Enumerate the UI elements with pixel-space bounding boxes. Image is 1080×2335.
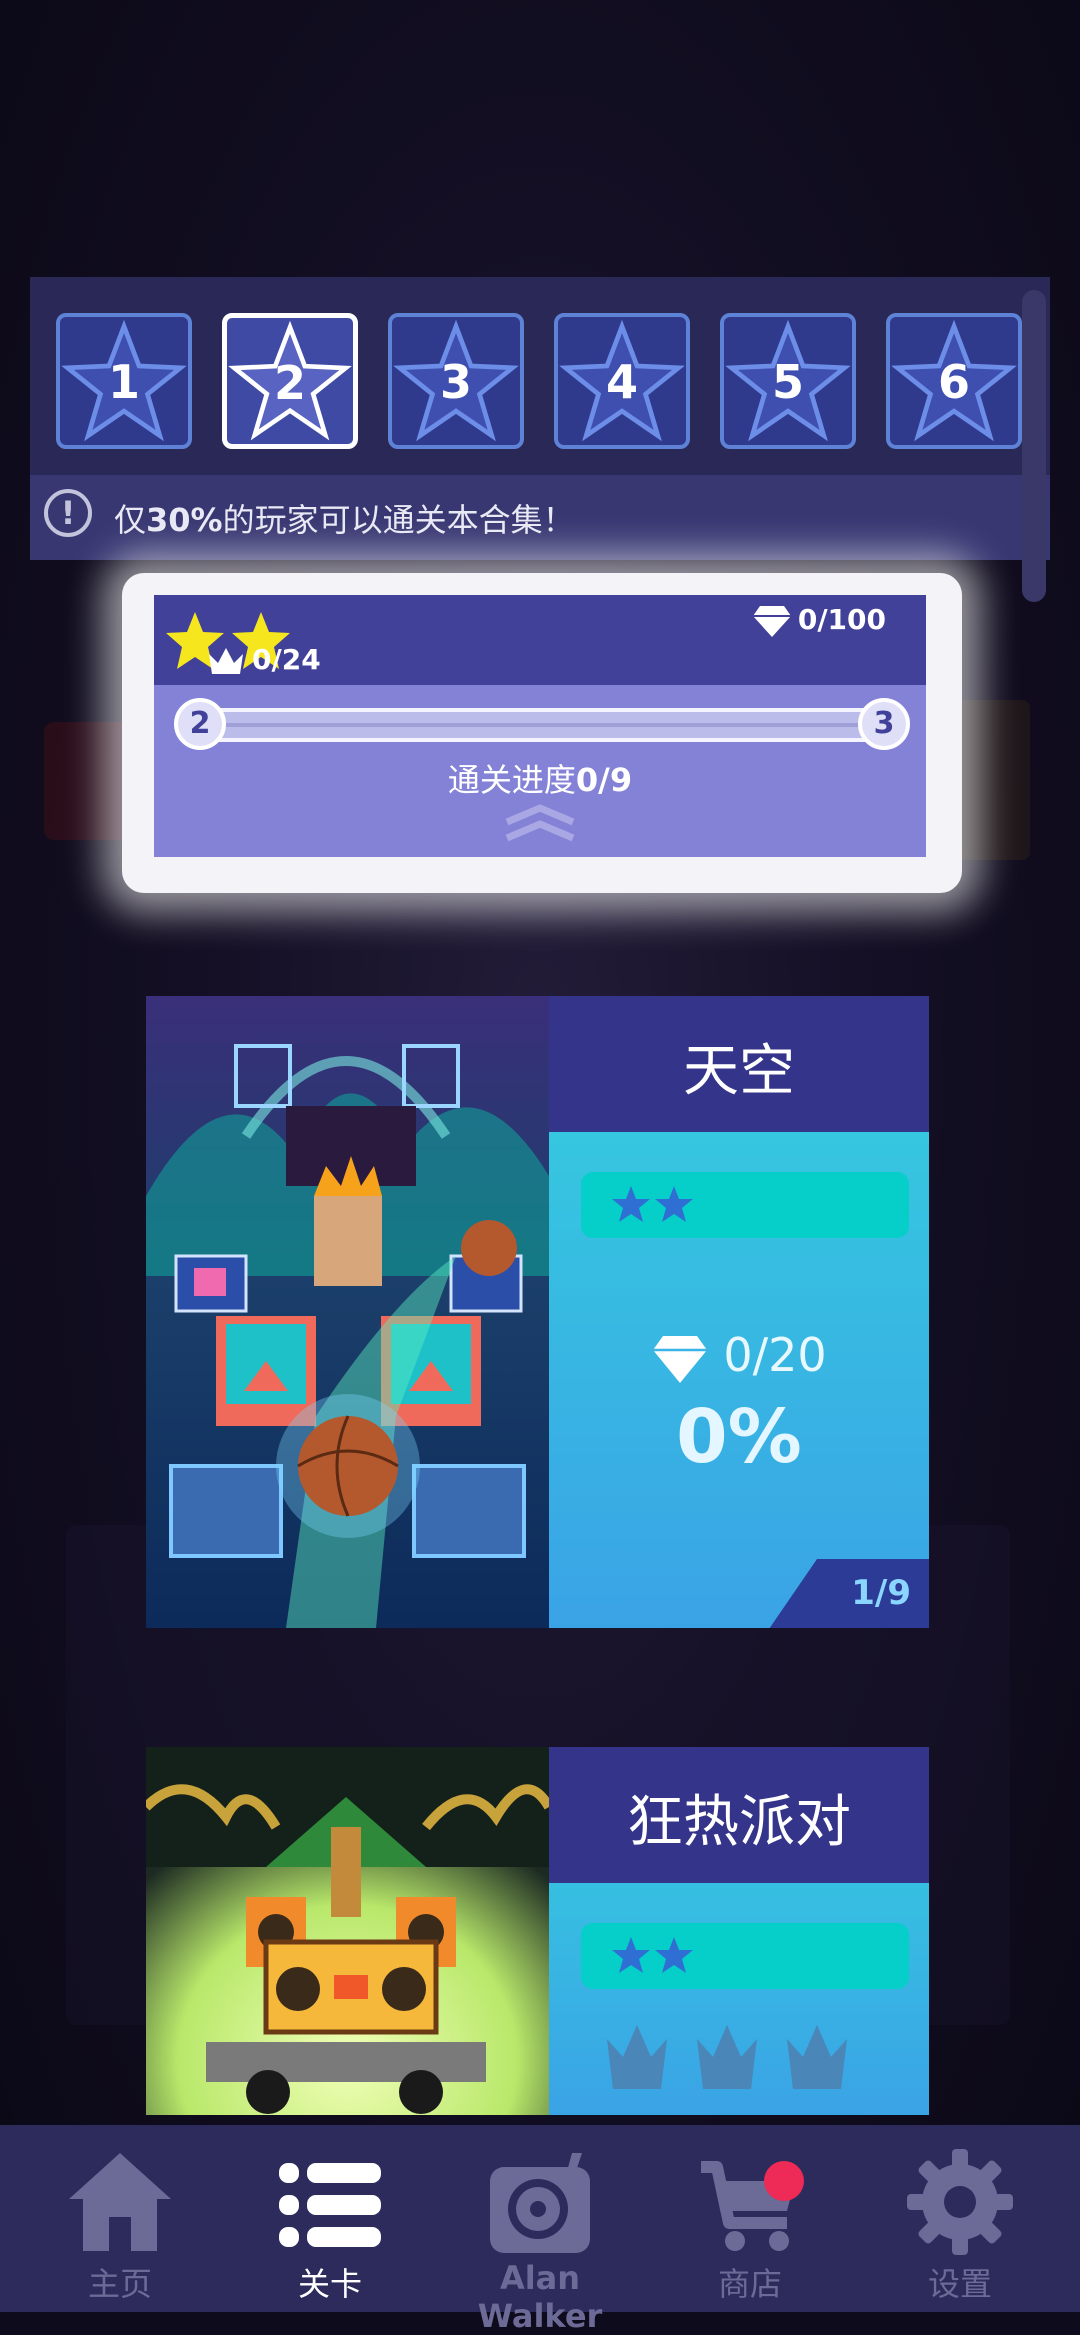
crown-icon bbox=[209, 648, 243, 674]
collection-tile-number: 1 bbox=[107, 355, 140, 409]
level-gem-count: 0/20 bbox=[549, 1328, 929, 1385]
level-stats: 0/20 0% bbox=[549, 1132, 929, 1628]
nav-label: 商店 bbox=[717, 2265, 782, 2303]
progress-header: 0/100 0/24 bbox=[154, 595, 926, 685]
collection-progress-panel[interactable]: 0/100 0/24 2 3 通关进度0/9 bbox=[154, 595, 926, 857]
progress-label: 通关进度0/9 bbox=[447, 761, 633, 799]
nav-item-levels[interactable]: 关卡 bbox=[240, 2125, 420, 2312]
shop-notification-badge bbox=[764, 2161, 804, 2201]
collection-tile-1[interactable]: 1 bbox=[56, 313, 192, 449]
collection-selector-panel: 1 2 3 4 5 6 ! 仅30%的玩家可以通关本合集！ bbox=[30, 277, 1050, 560]
level-artwork bbox=[146, 1747, 549, 2115]
progress-track bbox=[178, 708, 906, 742]
level-title: 天空 bbox=[683, 1039, 795, 1104]
nav-label: Alan Walker bbox=[477, 2259, 603, 2335]
level-info: 天空 0/20 0% 1/9 bbox=[549, 996, 929, 1628]
home-icon bbox=[69, 2153, 171, 2251]
completion-info-text: 仅30%的玩家可以通关本合集！ bbox=[114, 501, 575, 539]
diamond-icon bbox=[653, 1335, 708, 1383]
crown-count: 0/24 bbox=[206, 643, 506, 677]
level-page-number: 1/9 bbox=[851, 1573, 911, 1613]
level-card-sky[interactable]: 天空 0/20 0% 1/9 bbox=[146, 996, 929, 1628]
bottom-navigation: 主页 关卡 Alan Walker 商店 设置 bbox=[0, 2125, 1080, 2335]
nav-label: 关卡 bbox=[297, 2265, 362, 2303]
level-stars-pill bbox=[581, 1923, 909, 1989]
collection-tiles: 1 2 3 4 5 6 bbox=[56, 313, 1024, 449]
level-title-bar: 狂热派对 bbox=[549, 1747, 929, 1883]
collection-tile-number: 3 bbox=[439, 355, 472, 409]
nav-label: 主页 bbox=[87, 2265, 152, 2303]
expand-up-chevron-icon[interactable] bbox=[503, 800, 577, 844]
level-art-boombox-icon bbox=[146, 1747, 549, 2115]
level-title: 狂热派对 bbox=[627, 1790, 851, 1855]
level-info: 狂热派对 bbox=[549, 1747, 929, 2115]
level-completion-percent: 0% bbox=[676, 1394, 802, 1480]
collection-tile-4[interactable]: 4 bbox=[554, 313, 690, 449]
level-crowns-icon bbox=[607, 2025, 847, 2089]
completion-info-row: ! 仅30%的玩家可以通关本合集！ bbox=[30, 475, 1050, 560]
collection-tile-6[interactable]: 6 bbox=[886, 313, 1022, 449]
level-artwork bbox=[146, 996, 549, 1628]
collection-tile-2[interactable]: 2 bbox=[222, 313, 358, 449]
nav-item-shop[interactable]: 商店 bbox=[660, 2125, 840, 2312]
collection-tile-number: 5 bbox=[771, 355, 804, 409]
level-card-party[interactable]: 狂热派对 bbox=[146, 1747, 929, 2115]
exclamation-icon: ! bbox=[44, 489, 92, 537]
disc-music-icon bbox=[490, 2153, 590, 2253]
levels-list-icon bbox=[279, 2163, 381, 2247]
nav-label: 设置 bbox=[927, 2265, 992, 2303]
progress-track-line bbox=[212, 723, 872, 727]
collection-scrollbar[interactable] bbox=[1022, 290, 1046, 602]
gear-icon bbox=[907, 2149, 1013, 2255]
collection-tile-3[interactable]: 3 bbox=[388, 313, 524, 449]
collection-tile-5[interactable]: 5 bbox=[720, 313, 856, 449]
nav-item-alan-walker[interactable]: Alan Walker bbox=[450, 2125, 630, 2335]
collection-tile-number: 4 bbox=[605, 355, 638, 409]
nav-item-settings[interactable]: 设置 bbox=[870, 2125, 1050, 2312]
diamond-icon bbox=[752, 606, 791, 637]
level-stars-pill bbox=[581, 1172, 909, 1238]
progress-end-node: 3 bbox=[858, 698, 910, 750]
gem-count: 0/100 bbox=[752, 603, 886, 638]
level-stars-icon bbox=[612, 1937, 693, 1973]
progress-start-node: 2 bbox=[174, 698, 226, 750]
nav-item-home[interactable]: 主页 bbox=[30, 2125, 210, 2312]
level-stars-icon bbox=[612, 1186, 693, 1222]
level-art-basketball-icon bbox=[146, 996, 549, 1628]
level-title-bar: 天空 bbox=[549, 996, 929, 1132]
background-event-banner bbox=[950, 700, 1030, 860]
collection-tile-number: 6 bbox=[937, 355, 970, 409]
collection-tile-number: 2 bbox=[273, 356, 306, 410]
